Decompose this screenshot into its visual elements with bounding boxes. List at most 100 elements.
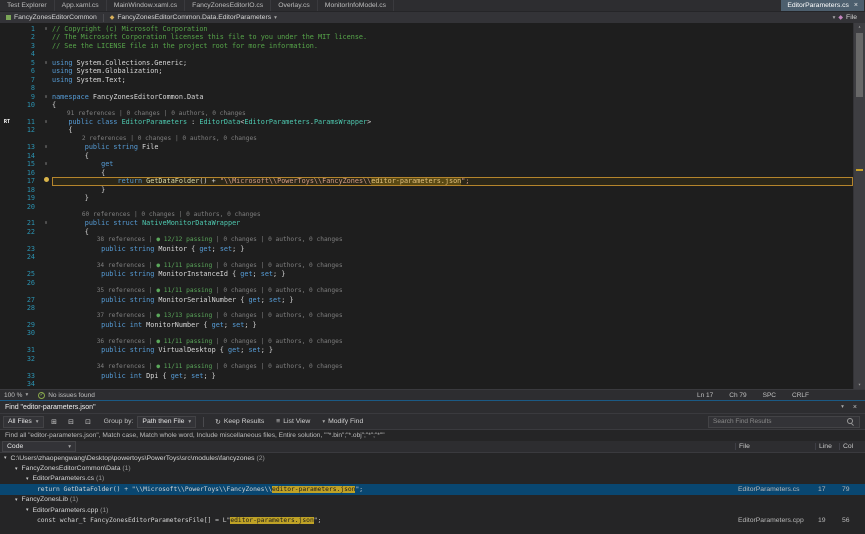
tab-editorparameters-cs[interactable]: EditorParameters.cs × (781, 0, 864, 11)
issues-indicator[interactable]: ✓ No issues found (38, 392, 95, 399)
codelens-row[interactable]: 60 references | 0 changes | 0 authors, 0… (0, 211, 853, 219)
fold-arrow[interactable]: ∨ (40, 93, 52, 101)
code-line[interactable]: 30 (0, 329, 853, 337)
type-dropdown[interactable]: ◆ FancyZonesEditorCommon.Data.EditorPara… (104, 12, 283, 23)
line-indicator[interactable]: Ln 17 (697, 392, 713, 399)
result-group-row[interactable]: ▾FancyZonesLib (1) (0, 495, 865, 505)
scroll-up-icon[interactable]: ▴ (854, 23, 865, 31)
column-header-line[interactable]: Line (815, 443, 839, 450)
codelens-row[interactable]: 34 references | ● 11/11 passing | 0 chan… (0, 262, 853, 270)
code-line[interactable]: 26 (0, 279, 853, 287)
close-icon[interactable]: × (853, 404, 857, 411)
open-results-icon[interactable]: ⊞ (48, 416, 61, 428)
code-line[interactable]: 14 { (0, 152, 853, 160)
code-line[interactable]: 24 (0, 253, 853, 261)
codelens-row[interactable]: 34 references | ● 11/11 passing | 0 chan… (0, 363, 853, 371)
codelens-row[interactable]: 35 references | ● 11/11 passing | 0 chan… (0, 287, 853, 295)
tab-app-xaml-cs[interactable]: App.xaml.cs (55, 0, 107, 11)
modify-find-button[interactable]: ▾ Modify Find (318, 416, 367, 428)
result-group-row[interactable]: ▾C:\Users\zhaopengwang\Desktop\powertoys… (0, 453, 865, 463)
code-line[interactable]: 20 (0, 203, 853, 211)
window-position-icon[interactable]: ▾ (841, 404, 844, 411)
indent-mode-indicator[interactable]: SPC (763, 392, 776, 399)
code-line[interactable]: 10{ (0, 101, 853, 109)
result-row[interactable]: const wchar_t FancyZonesEditorParameters… (0, 515, 865, 525)
code-line[interactable]: 2// The Microsoft Corporation licenses t… (0, 33, 853, 41)
expander-icon[interactable]: ▾ (4, 455, 7, 461)
result-row[interactable]: return GetDataFolder() + "\\Microsoft\\P… (0, 484, 865, 494)
code-line[interactable]: 13∨ public string File (0, 143, 853, 151)
line-ending-indicator[interactable]: CRLF (792, 392, 809, 399)
files-filter-dropdown[interactable]: All Files ▾ (3, 416, 44, 428)
codelens-row[interactable]: 2 references | 0 changes | 0 authors, 0 … (0, 135, 853, 143)
keep-results-toggle[interactable]: ↻ Keep Results (211, 416, 268, 428)
list-view-toggle[interactable]: ≡ List View (272, 416, 314, 428)
code-line[interactable]: 8 (0, 84, 853, 92)
expander-icon[interactable]: ▾ (15, 466, 18, 472)
code-editor[interactable]: 1∨// Copyright (c) Microsoft Corporation… (0, 23, 865, 389)
code-line[interactable]: 7using System.Text; (0, 76, 853, 84)
codelens-row[interactable]: 37 references | ● 13/13 passing | 0 chan… (0, 312, 853, 320)
codelens-row[interactable]: 36 references | ● 11/11 passing | 0 chan… (0, 338, 853, 346)
result-group-row[interactable]: ▾EditorParameters.cpp (1) (0, 505, 865, 515)
code-line[interactable]: 21∨ public struct NativeMonitorDataWrapp… (0, 219, 853, 227)
code-line[interactable]: 3// See the LICENSE file in the project … (0, 42, 853, 50)
expander-icon[interactable]: ▾ (26, 476, 29, 482)
code-line[interactable]: 32 (0, 355, 853, 363)
fold-arrow[interactable]: ∨ (40, 160, 52, 168)
code-line[interactable]: 16 { (0, 169, 853, 177)
fold-arrow[interactable]: ∨ (40, 118, 52, 126)
code-line[interactable]: 34 (0, 380, 853, 388)
code-line[interactable]: RT11∨ public class EditorParameters : Ed… (0, 118, 853, 126)
member-dropdown[interactable]: ▾ ◆ File (827, 12, 865, 23)
code-line[interactable]: 9∨namespace FancyZonesEditorCommon.Data (0, 93, 853, 101)
expander-icon[interactable]: ▾ (15, 497, 18, 503)
code-line[interactable]: 25 public string MonitorInstanceId { get… (0, 270, 853, 278)
result-group-row[interactable]: ▾FancyZonesEditorCommon\Data (1) (0, 463, 865, 473)
column-indicator[interactable]: Ch 79 (729, 392, 746, 399)
fold-arrow[interactable]: ∨ (40, 25, 52, 33)
code-line[interactable]: 18 } (0, 186, 853, 194)
vertical-scrollbar[interactable]: ▴ ▾ (853, 23, 865, 389)
code-line[interactable]: 1∨// Copyright (c) Microsoft Corporation (0, 25, 853, 33)
group-by-dropdown[interactable]: Path then File ▾ (137, 416, 196, 428)
code-line[interactable]: 27 public string MonitorSerialNumber { g… (0, 296, 853, 304)
save-results-icon[interactable]: ⊡ (82, 416, 95, 428)
tab-fancyzoneseditorio-cs[interactable]: FancyZonesEditorIO.cs (185, 0, 271, 11)
code-line[interactable]: 4 (0, 50, 853, 58)
column-header-file[interactable]: File (735, 443, 815, 450)
code-line[interactable]: 28 (0, 304, 853, 312)
code-line[interactable]: 19 } (0, 194, 853, 202)
scroll-down-icon[interactable]: ▾ (854, 381, 865, 389)
close-icon[interactable]: × (854, 2, 858, 9)
code-line[interactable]: 15∨ get (0, 160, 853, 168)
fold-arrow[interactable]: ∨ (40, 219, 52, 227)
tab-test-explorer[interactable]: Test Explorer (0, 0, 55, 11)
fold-arrow[interactable]: ∨ (40, 59, 52, 67)
result-group-row[interactable]: ▾EditorParameters.cs (1) (0, 474, 865, 484)
copy-results-icon[interactable]: ⊟ (65, 416, 78, 428)
scope-dropdown[interactable]: Code ▾ (2, 441, 76, 452)
search-find-results-box[interactable] (708, 416, 860, 428)
tab-monitorinfomodel-cs[interactable]: MonitorInfoModel.cs (318, 0, 394, 11)
quick-actions-icon[interactable] (40, 177, 52, 185)
code-line[interactable]: 6using System.Globalization; (0, 67, 853, 75)
codelens-row[interactable]: 91 references | 0 changes | 0 authors, 0… (0, 110, 853, 118)
find-panel-title-bar[interactable]: Find "editor-parameters.json" ▾ × (0, 401, 865, 413)
zoom-control[interactable]: 100 % ▾ (4, 392, 28, 399)
code-line[interactable]: 29 public int MonitorNumber { get; set; … (0, 321, 853, 329)
tab-overlay-cs[interactable]: Overlay.cs (271, 0, 318, 11)
code-line[interactable]: 33 public int Dpi { get; set; } (0, 372, 853, 380)
search-input[interactable] (713, 418, 847, 425)
fold-arrow[interactable]: ∨ (40, 143, 52, 151)
scrollbar-thumb[interactable] (856, 33, 863, 97)
code-line[interactable]: 17 return GetDataFolder() + "\\Microsoft… (0, 177, 853, 185)
code-line[interactable]: 5∨using System.Collections.Generic; (0, 59, 853, 67)
code-line[interactable]: 31 public string VirtualDesktop { get; s… (0, 346, 853, 354)
codelens-row[interactable]: 38 references | ● 12/12 passing | 0 chan… (0, 236, 853, 244)
code-line[interactable]: 12 { (0, 126, 853, 134)
column-header-col[interactable]: Col (839, 443, 865, 450)
tab-mainwindow-xaml-cs[interactable]: MainWindow.xaml.cs (107, 0, 185, 11)
expander-icon[interactable]: ▾ (26, 507, 29, 513)
code-line[interactable]: 22 { (0, 228, 853, 236)
